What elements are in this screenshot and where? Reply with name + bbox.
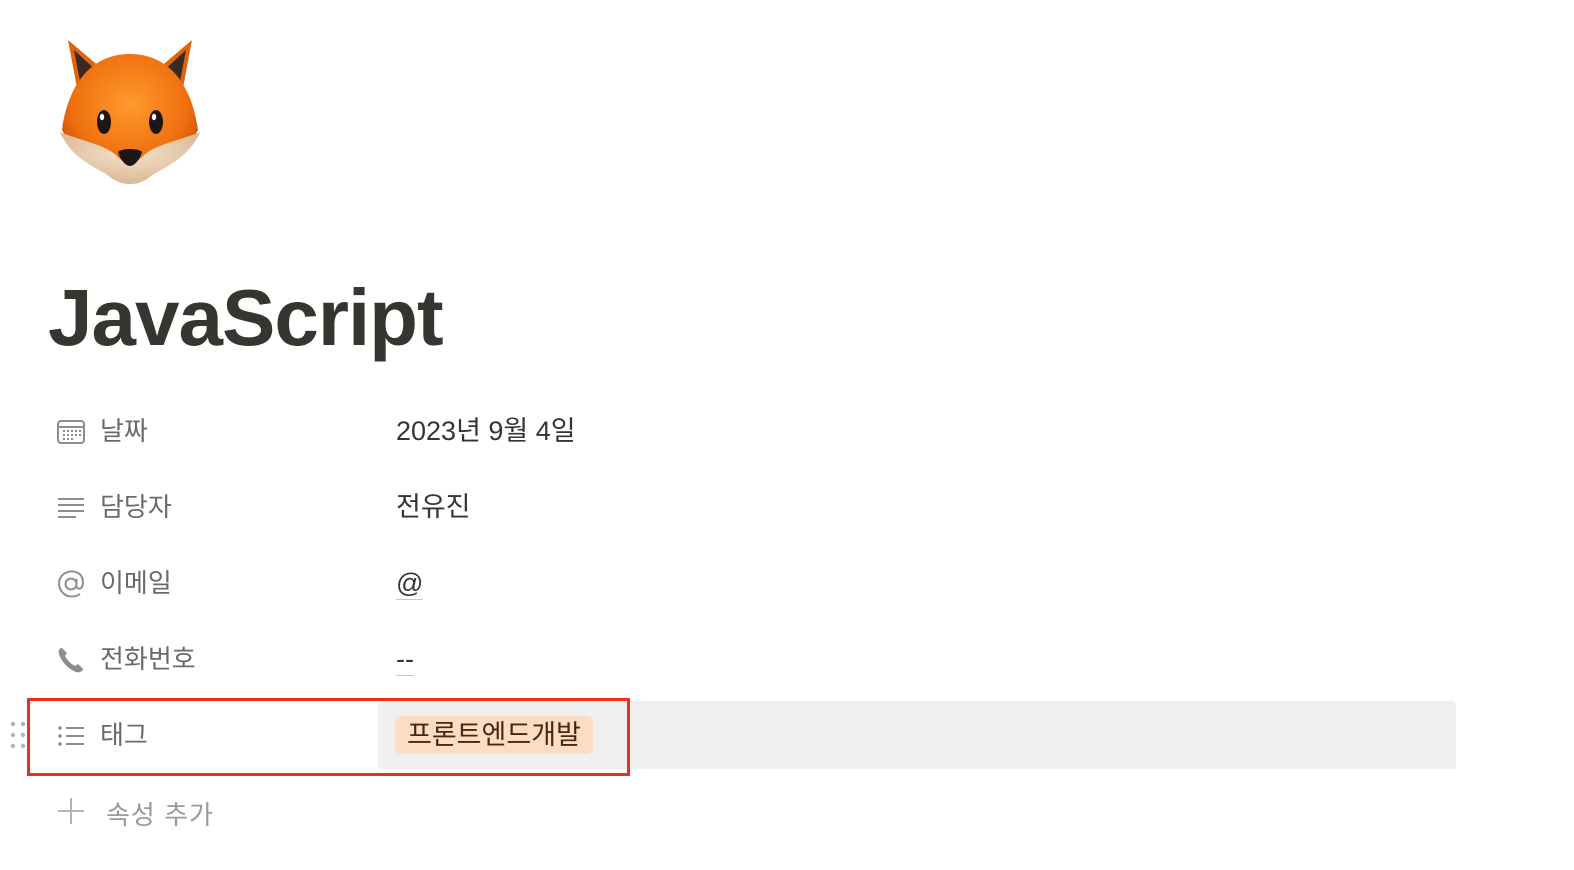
- property-value-assignee[interactable]: 전유진: [396, 491, 471, 523]
- property-row-email[interactable]: 이메일 @: [48, 549, 1456, 617]
- calendar-icon: [56, 417, 86, 447]
- multi-select-list-icon: [56, 721, 86, 751]
- property-row-assignee[interactable]: 담당자 전유진: [48, 473, 1456, 541]
- add-property-label: 속성 추가: [106, 800, 214, 830]
- property-value-date[interactable]: 2023년 9월 4일: [396, 415, 576, 447]
- property-name-email[interactable]: 이메일: [100, 567, 172, 599]
- drag-handle-icon[interactable]: [9, 720, 29, 752]
- text-lines-icon: [56, 493, 86, 523]
- fox-face-icon[interactable]: [50, 34, 210, 186]
- property-value-phone[interactable]: --: [396, 643, 414, 676]
- property-name-assignee[interactable]: 담당자: [100, 491, 172, 523]
- page-title[interactable]: JavaScript: [48, 268, 444, 368]
- property-row-phone[interactable]: 전화번호 --: [48, 625, 1456, 693]
- property-name-tags[interactable]: 태그: [100, 719, 148, 751]
- plus-icon: [56, 796, 86, 826]
- property-row-date[interactable]: 날짜 2023년 9월 4일: [48, 397, 1456, 465]
- phone-icon: [56, 645, 86, 675]
- tag-pill[interactable]: 프론트엔드개발: [395, 716, 593, 754]
- property-row-tags[interactable]: 태그 프론트엔드개발: [48, 701, 1456, 769]
- at-sign-icon: [56, 569, 86, 599]
- property-value-email[interactable]: @: [396, 567, 424, 600]
- property-name-date[interactable]: 날짜: [100, 415, 148, 447]
- property-name-phone[interactable]: 전화번호: [100, 643, 196, 675]
